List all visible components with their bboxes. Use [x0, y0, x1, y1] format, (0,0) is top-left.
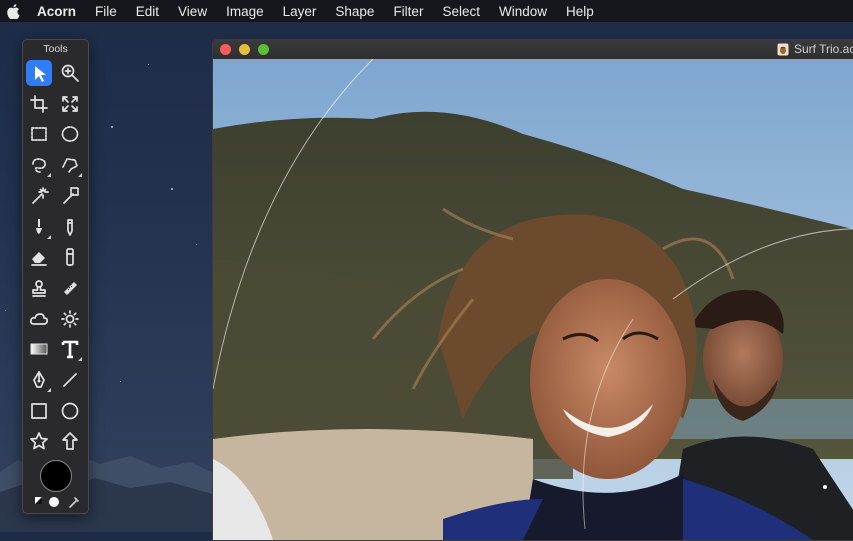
- apple-icon[interactable]: [7, 3, 21, 19]
- star: [148, 64, 149, 65]
- tool-options-indicator: [47, 234, 51, 239]
- menu-file[interactable]: File: [95, 4, 117, 19]
- polygon-lasso-tool-button[interactable]: [57, 152, 83, 178]
- light-tool-icon: [61, 309, 79, 328]
- tool-options-indicator: [47, 388, 51, 392]
- menu-select[interactable]: Select: [442, 4, 480, 19]
- color-swatch-controls: [35, 497, 79, 508]
- arrow-shape-tool-icon: [62, 432, 78, 451]
- minimize-button[interactable]: [239, 44, 250, 55]
- close-button[interactable]: [220, 44, 231, 55]
- magic-selection-tool-button[interactable]: [57, 183, 83, 209]
- rect-marquee-tool-icon: [31, 127, 47, 142]
- transform-tool-icon: [62, 95, 78, 112]
- magic-wand-tool-button[interactable]: [26, 183, 52, 209]
- menu-image[interactable]: Image: [226, 4, 264, 19]
- healing-tool-icon: [64, 281, 77, 295]
- clone-stamp-tool-icon: [32, 280, 46, 297]
- menu-app-name[interactable]: Acorn: [37, 4, 76, 19]
- menu-edit[interactable]: Edit: [136, 4, 159, 19]
- arrow-shape-tool-button[interactable]: [57, 428, 83, 454]
- line-tool-button[interactable]: [57, 367, 83, 393]
- default-colors-icon[interactable]: [35, 497, 42, 504]
- oval-marquee-tool-icon: [61, 126, 79, 143]
- tool-options-indicator: [78, 357, 82, 362]
- healing-tool-button[interactable]: [57, 275, 83, 301]
- pencil-tool-button[interactable]: [57, 214, 83, 240]
- eyedropper-icon[interactable]: [69, 497, 79, 508]
- brush-tool-icon: [36, 218, 42, 234]
- gradient-tool-icon: [30, 343, 48, 355]
- menu-shape[interactable]: Shape: [335, 4, 374, 19]
- star: [171, 188, 173, 190]
- zoom-tool-button[interactable]: [57, 60, 83, 86]
- foreground-color-well[interactable]: [40, 460, 72, 492]
- clone-stamp-tool-button[interactable]: [26, 275, 52, 301]
- oval-shape-tool-button[interactable]: [57, 398, 83, 424]
- menu-window[interactable]: Window: [499, 4, 547, 19]
- bezier-pen-tool-icon: [33, 371, 45, 388]
- select-arrow-tool-icon: [35, 66, 46, 82]
- lasso-tool-button[interactable]: [26, 152, 52, 178]
- brush-tool-button[interactable]: [26, 214, 52, 240]
- menu-filter[interactable]: Filter: [393, 4, 423, 19]
- menu-layer[interactable]: Layer: [283, 4, 317, 19]
- crop-tool-button[interactable]: [26, 91, 52, 117]
- star-shape-tool-icon: [30, 432, 48, 450]
- transform-tool-button[interactable]: [57, 91, 83, 117]
- image-canvas[interactable]: [213, 59, 853, 540]
- surf-photo: [213, 59, 853, 540]
- text-tool-icon: [61, 340, 79, 359]
- eraser-tool-icon: [31, 252, 47, 267]
- star-shape-tool-button[interactable]: [26, 428, 52, 454]
- background-color-swatch[interactable]: [49, 497, 59, 507]
- light-tool-button[interactable]: [57, 306, 83, 332]
- smudge-tool-button[interactable]: [57, 244, 83, 270]
- acorn-document-icon: [777, 43, 789, 56]
- bezier-pen-tool-button[interactable]: [26, 367, 52, 393]
- document-window: Surf Trio.ac: [212, 39, 853, 541]
- star: [196, 244, 197, 245]
- zoom-tool-icon: [61, 64, 79, 82]
- text-tool-button[interactable]: [57, 336, 83, 362]
- lasso-tool-icon: [32, 158, 46, 173]
- star: [111, 126, 113, 128]
- rectangle-shape-tool-icon: [31, 402, 47, 419]
- oval-marquee-tool-button[interactable]: [57, 121, 83, 147]
- menu-view[interactable]: View: [178, 4, 207, 19]
- tools-palette: Tools: [22, 39, 89, 514]
- magic-wand-tool-icon: [32, 186, 49, 204]
- cloud-tool-button[interactable]: [26, 306, 52, 332]
- polygon-lasso-tool-icon: [62, 158, 78, 173]
- window-titlebar[interactable]: Surf Trio.ac: [213, 40, 853, 60]
- tool-options-indicator: [78, 173, 82, 178]
- gradient-tool-button[interactable]: [26, 336, 52, 362]
- eraser-tool-button[interactable]: [26, 244, 52, 270]
- pencil-tool-icon: [67, 218, 73, 236]
- crop-tool-icon: [30, 94, 48, 113]
- document-title: Surf Trio.ac: [794, 42, 853, 56]
- tools-palette-title: Tools: [43, 43, 68, 55]
- menu-bar: Acorn File Edit View Image Layer Shape F…: [0, 0, 853, 22]
- rectangle-shape-tool-button[interactable]: [26, 398, 52, 424]
- tool-options-indicator: [47, 173, 51, 178]
- select-arrow-tool-button[interactable]: [26, 60, 52, 86]
- cloud-tool-icon: [29, 312, 49, 325]
- magic-selection-tool-icon: [63, 186, 79, 204]
- line-tool-icon: [63, 373, 77, 387]
- zoom-button[interactable]: [258, 44, 269, 55]
- smudge-tool-icon: [66, 248, 74, 267]
- star: [120, 381, 121, 382]
- oval-shape-tool-icon: [61, 402, 79, 420]
- star: [5, 310, 6, 311]
- menu-help[interactable]: Help: [566, 4, 594, 19]
- rect-marquee-tool-button[interactable]: [26, 121, 52, 147]
